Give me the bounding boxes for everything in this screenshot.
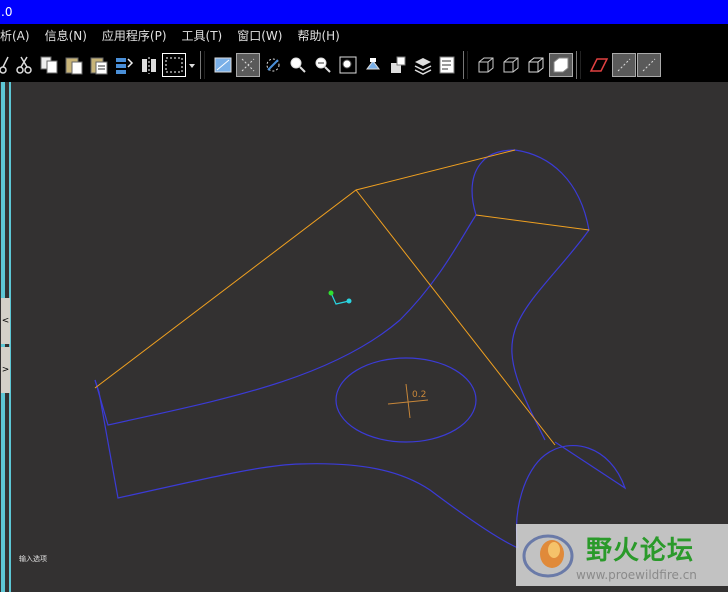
- status-message: 输入选项: [19, 555, 47, 563]
- datum-ellipse: [335, 357, 477, 443]
- watermark-title: 野火论坛: [586, 536, 695, 566]
- datum-curve-bottom: [94, 379, 519, 549]
- datum-curve-outer: [94, 149, 590, 441]
- watermark: 野火论坛 www.proewildfire.cn: [516, 524, 728, 586]
- edge-lines: [94, 149, 590, 446]
- watermark-logo-icon: [522, 534, 574, 578]
- csys-icon: [328, 290, 352, 305]
- dimension-label: 0.2: [412, 390, 426, 400]
- watermark-url: www.proewildfire.cn: [576, 568, 697, 582]
- graphics-window[interactable]: 0.2: [14, 82, 728, 592]
- model-geometry: 0.2: [94, 149, 627, 549]
